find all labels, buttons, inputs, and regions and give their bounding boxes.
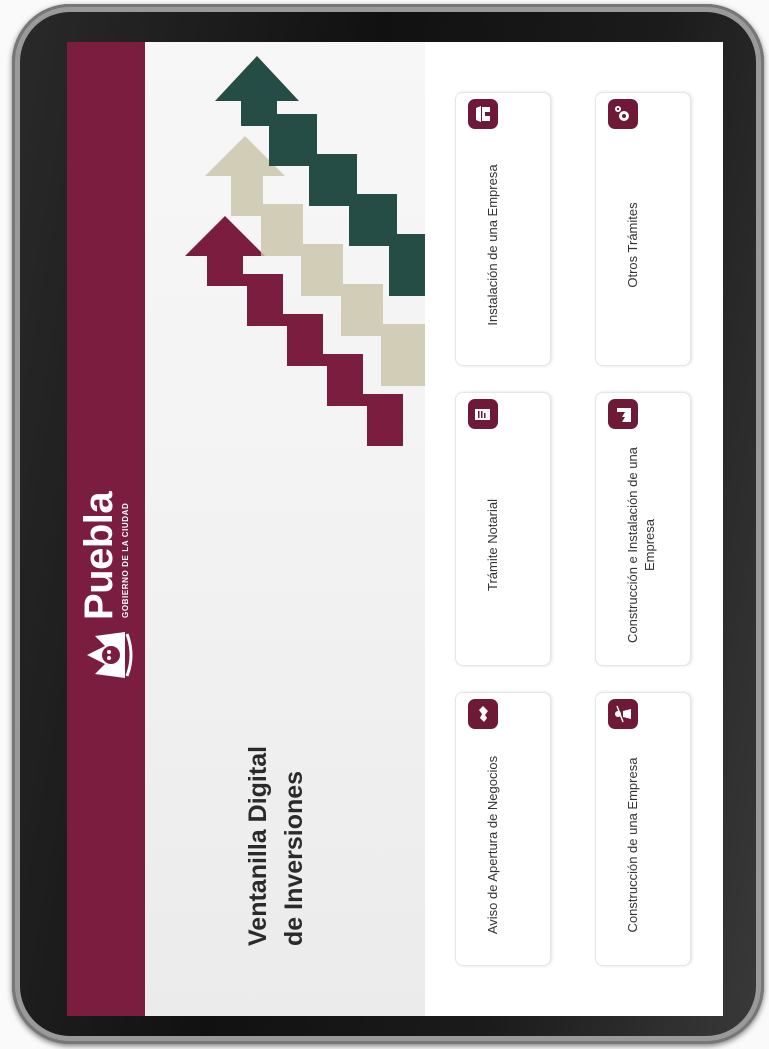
page-title: Ventanilla Digital de Inversiones — [240, 646, 312, 946]
card-label: Otros Trámites — [625, 202, 640, 288]
page-title-line-1: Ventanilla Digital — [244, 745, 272, 946]
card-otros-tramites[interactable]: Otros Trámites — [595, 92, 691, 366]
card-aviso-apertura[interactable]: Aviso de Apertura de Negocios — [455, 692, 551, 966]
growth-arrows-graphic — [185, 56, 425, 446]
brand-name: Puebla — [77, 491, 121, 620]
page-title-line-2: de Inversiones — [280, 770, 308, 946]
factory-icon — [608, 399, 638, 429]
header-bar: Puebla GOBIERNO DE LA CIUDAD — [67, 42, 145, 1016]
puebla-logo[interactable]: Puebla GOBIERNO DE LA CIUDAD — [75, 386, 137, 686]
card-label: Instalación de una Empresa — [485, 164, 500, 326]
brand-tagline: GOBIERNO DE LA CIUDAD — [121, 502, 130, 618]
card-construccion-empresa[interactable]: Construcción de una Empresa — [595, 692, 691, 966]
handshake-icon — [468, 699, 498, 729]
card-label: Construcción e Instalación de una Empres… — [625, 447, 657, 643]
card-tramite-notarial[interactable]: Trámite Notarial — [455, 392, 551, 666]
card-construccion-instalacion[interactable]: Construcción e Instalación de una Empres… — [595, 392, 691, 666]
worker-icon — [608, 699, 638, 729]
card-instalacion-empresa[interactable]: Instalación de una Empresa — [455, 92, 551, 366]
card-label: Aviso de Apertura de Negocios — [485, 755, 500, 935]
gears-icon — [608, 99, 638, 129]
document-icon — [468, 399, 498, 429]
app-canvas: Puebla GOBIERNO DE LA CIUDAD Ventanilla … — [67, 42, 723, 1016]
card-label: Construcción de una Empresa — [625, 757, 640, 933]
card-label: Trámite Notarial — [485, 499, 500, 591]
hero-banner: Ventanilla Digital de Inversiones — [145, 42, 425, 1016]
tablet-screen: Puebla GOBIERNO DE LA CIUDAD Ventanilla … — [67, 42, 723, 1016]
city-emblem-icon — [87, 632, 133, 678]
tramites-grid: Aviso de Apertura de Negocios Trámite No… — [425, 42, 723, 1016]
tablet-frame: Puebla GOBIERNO DE LA CIUDAD Ventanilla … — [12, 4, 764, 1044]
store-icon — [468, 99, 498, 129]
